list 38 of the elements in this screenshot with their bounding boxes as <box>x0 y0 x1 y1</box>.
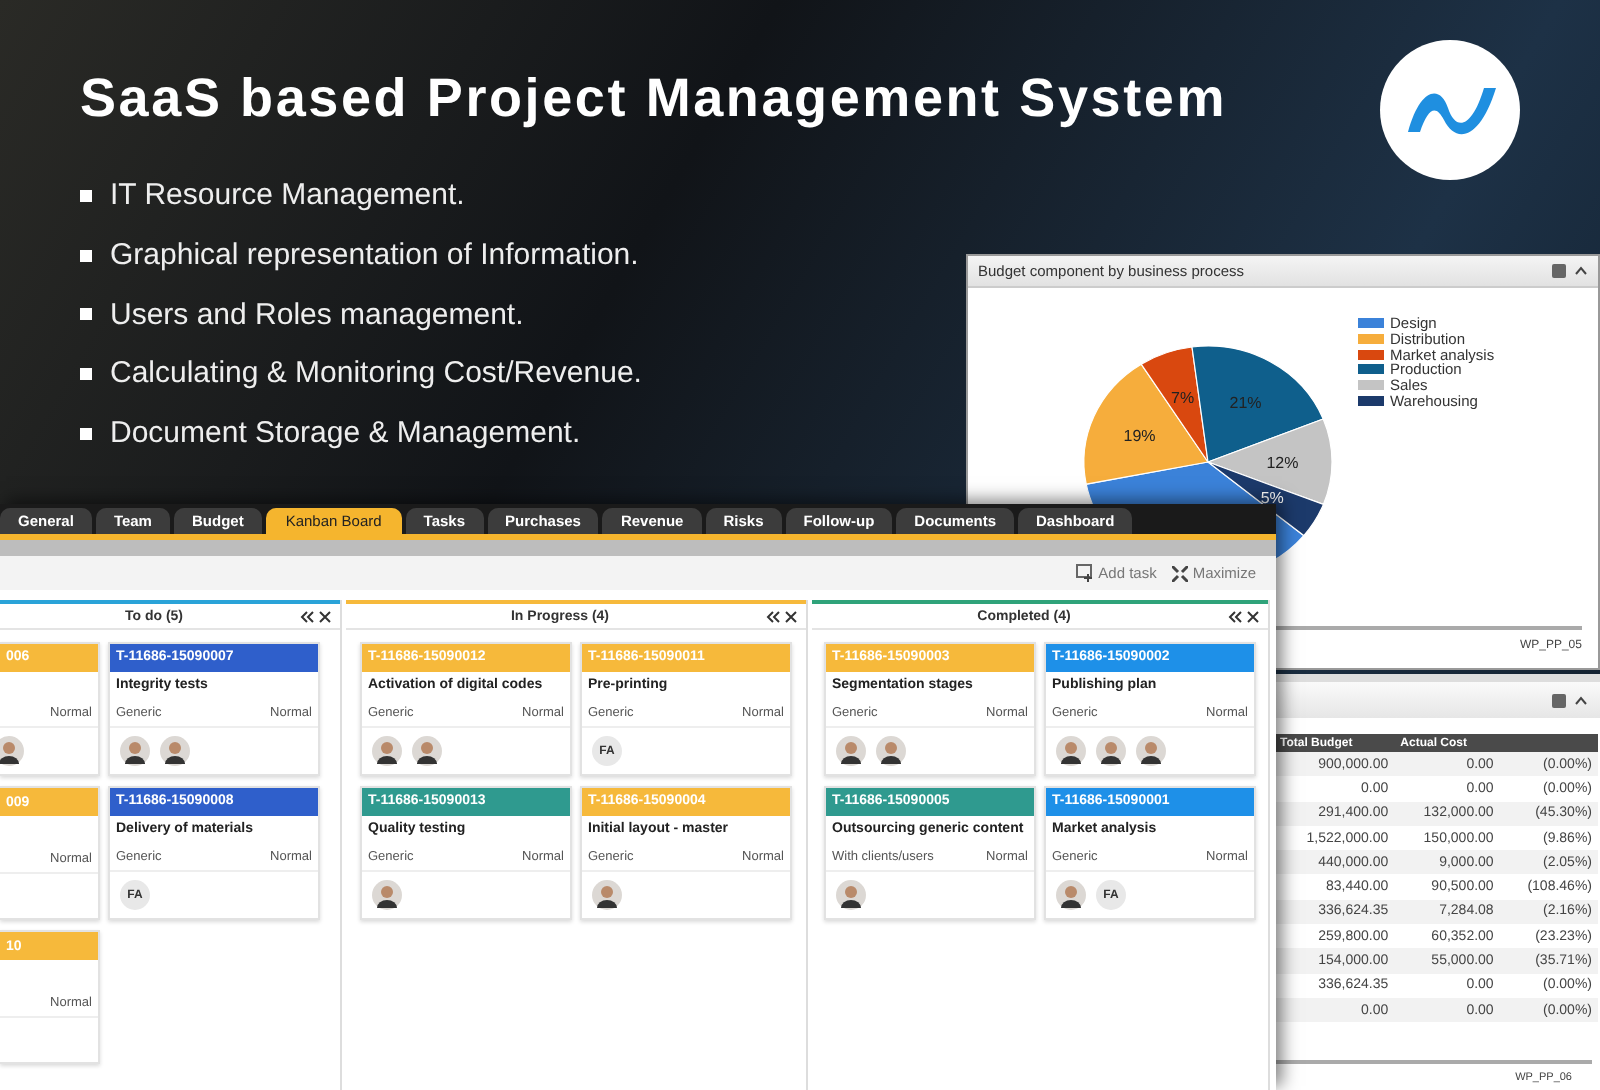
avatar-icon <box>412 736 442 766</box>
close-icon[interactable] <box>1246 609 1260 623</box>
window-icon[interactable] <box>1552 693 1566 707</box>
avatar-icon <box>160 736 190 766</box>
slice-label: 5% <box>1260 489 1284 508</box>
collapse-icon[interactable] <box>1228 609 1242 623</box>
avatar-icon <box>1056 736 1086 766</box>
avatar-icon <box>120 736 150 766</box>
feature-text: Calculating & Monitoring Cost/Revenue. <box>110 356 642 391</box>
avatar-icon <box>1136 736 1166 766</box>
close-icon[interactable] <box>318 609 332 623</box>
avatar-icon <box>372 736 402 766</box>
page-title: SaaS based Project Management System <box>80 68 1228 130</box>
collapse-icon[interactable] <box>300 609 314 623</box>
avatar-icon <box>836 880 866 910</box>
avatar-icon <box>372 880 402 910</box>
avatar-icon <box>0 736 24 766</box>
slice-label: 21% <box>1229 394 1262 412</box>
collapse-icon[interactable] <box>1574 693 1588 707</box>
collapse-icon[interactable] <box>766 609 780 623</box>
avatar-icon <box>1096 736 1126 766</box>
avatar-icon <box>592 880 622 910</box>
slice-label: 12% <box>1266 453 1299 472</box>
collapse-icon[interactable] <box>1574 264 1588 278</box>
feature-text: Users and Roles management. <box>110 297 524 332</box>
feature-text: Graphical representation of Information. <box>110 238 639 273</box>
logo-icon <box>1380 40 1520 180</box>
avatar-icon <box>876 736 906 766</box>
add-task-icon <box>1076 564 1095 582</box>
avatar-icon <box>836 736 866 766</box>
avatar-icon <box>1056 880 1086 910</box>
feature-text: Document Storage & Management. <box>110 416 581 451</box>
maximize-icon <box>1172 565 1189 581</box>
close-icon[interactable] <box>784 609 798 623</box>
slice-label: 19% <box>1123 426 1156 445</box>
feature-text: IT Resource Management. <box>110 178 465 213</box>
bullet-icon <box>80 308 92 321</box>
slice-label: 7% <box>1171 388 1195 407</box>
